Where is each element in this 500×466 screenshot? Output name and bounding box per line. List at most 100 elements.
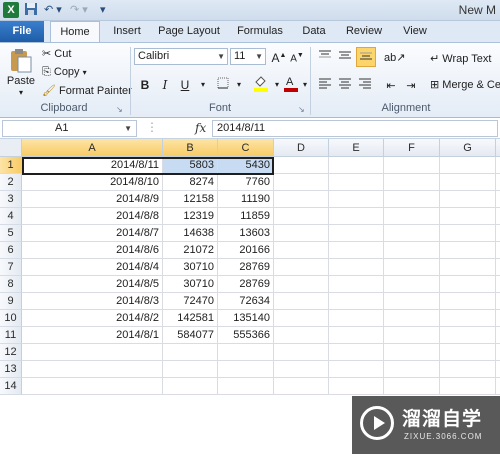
row-header[interactable]: 14	[0, 378, 22, 395]
table-cell[interactable]	[496, 259, 500, 276]
table-cell[interactable]	[440, 242, 496, 259]
table-cell[interactable]	[163, 361, 218, 378]
table-cell[interactable]: 11859	[218, 208, 274, 225]
underline-dropdown-icon[interactable]: ▾	[194, 76, 212, 94]
table-cell[interactable]: 584077	[163, 327, 218, 344]
column-header-g[interactable]: G	[440, 139, 496, 157]
table-cell[interactable]	[274, 361, 329, 378]
table-cell[interactable]	[274, 378, 329, 395]
increase-indent-button[interactable]: ⇥	[402, 76, 420, 94]
table-cell[interactable]	[384, 378, 440, 395]
table-cell[interactable]	[329, 327, 384, 344]
table-cell[interactable]	[440, 276, 496, 293]
table-cell[interactable]	[440, 293, 496, 310]
table-cell[interactable]	[329, 259, 384, 276]
table-cell[interactable]	[384, 259, 440, 276]
table-cell[interactable]	[384, 276, 440, 293]
table-cell[interactable]	[329, 344, 384, 361]
clipboard-launcher-icon[interactable]: ↘	[116, 102, 123, 118]
worksheet-grid[interactable]: A B C D E F G 1 2014/8/11 5803 5430 2 2014/8/…	[0, 139, 500, 396]
table-cell[interactable]: 555366	[218, 327, 274, 344]
row-header[interactable]: 5	[0, 225, 22, 242]
table-cell[interactable]	[329, 174, 384, 191]
table-cell[interactable]: 135140	[218, 310, 274, 327]
table-cell[interactable]	[496, 242, 500, 259]
row-header[interactable]: 7	[0, 259, 22, 276]
table-cell[interactable]	[440, 327, 496, 344]
font-color-dropdown-icon[interactable]: ▾	[296, 76, 314, 94]
align-right-button[interactable]	[356, 76, 374, 94]
copy-dropdown-icon[interactable]: ▾	[83, 68, 87, 77]
table-cell[interactable]	[274, 225, 329, 242]
save-icon[interactable]	[24, 2, 38, 18]
tab-page-layout[interactable]: Page Layout	[155, 21, 223, 42]
column-header-d[interactable]: D	[274, 139, 329, 157]
column-header-h[interactable]	[496, 139, 500, 157]
row-header[interactable]: 2	[0, 174, 22, 191]
align-left-button[interactable]	[316, 76, 334, 94]
tab-formulas[interactable]: Formulas	[232, 21, 288, 42]
tab-view[interactable]: View	[396, 21, 434, 42]
table-cell[interactable]	[218, 378, 274, 395]
column-header-f[interactable]: F	[384, 139, 440, 157]
table-cell[interactable]	[384, 157, 440, 174]
table-cell[interactable]	[274, 293, 329, 310]
table-cell[interactable]	[274, 191, 329, 208]
decrease-indent-button[interactable]: ⇤	[382, 76, 400, 94]
table-cell[interactable]	[384, 344, 440, 361]
table-cell[interactable]	[274, 208, 329, 225]
align-middle-button[interactable]	[336, 48, 354, 66]
undo-icon[interactable]: ↶ ▾	[44, 2, 62, 18]
table-cell[interactable]	[384, 174, 440, 191]
table-cell[interactable]	[496, 327, 500, 344]
tab-insert[interactable]: Insert	[108, 21, 146, 42]
table-cell[interactable]	[440, 191, 496, 208]
row-header[interactable]: 9	[0, 293, 22, 310]
table-cell[interactable]	[440, 344, 496, 361]
table-cell[interactable]: 7760	[218, 174, 274, 191]
table-cell[interactable]	[22, 361, 163, 378]
table-cell[interactable]	[496, 378, 500, 395]
table-cell[interactable]: 5803	[163, 157, 218, 174]
table-cell[interactable]: 28769	[218, 259, 274, 276]
table-cell[interactable]	[274, 242, 329, 259]
table-cell[interactable]: 2014/8/5	[22, 276, 163, 293]
table-cell[interactable]: 2014/8/9	[22, 191, 163, 208]
table-cell[interactable]	[274, 327, 329, 344]
table-cell[interactable]: 13603	[218, 225, 274, 242]
table-cell[interactable]	[384, 361, 440, 378]
name-box[interactable]: A1 ▼	[2, 120, 137, 137]
font-size-combo[interactable]: 11 ▼	[230, 48, 266, 65]
table-cell[interactable]	[384, 242, 440, 259]
table-cell[interactable]	[440, 378, 496, 395]
font-size-dropdown-icon[interactable]: ▼	[255, 49, 263, 64]
tab-file[interactable]: File	[0, 21, 44, 42]
orientation-button[interactable]: ab↗	[384, 48, 405, 66]
font-launcher-icon[interactable]: ↘	[298, 102, 305, 118]
tab-review[interactable]: Review	[341, 21, 387, 42]
table-cell[interactable]	[329, 208, 384, 225]
table-cell[interactable]	[440, 174, 496, 191]
table-cell[interactable]	[384, 327, 440, 344]
table-cell[interactable]	[22, 378, 163, 395]
italic-button[interactable]: I	[156, 76, 174, 94]
table-cell[interactable]	[440, 225, 496, 242]
table-cell[interactable]: 8274	[163, 174, 218, 191]
select-all-corner[interactable]	[0, 139, 22, 157]
table-cell[interactable]	[384, 191, 440, 208]
table-cell[interactable]	[496, 361, 500, 378]
grow-font-button[interactable]: A▲	[270, 47, 288, 65]
table-cell[interactable]	[496, 276, 500, 293]
table-cell[interactable]	[218, 344, 274, 361]
tab-data[interactable]: Data	[296, 21, 332, 42]
table-cell[interactable]	[440, 259, 496, 276]
table-cell[interactable]	[163, 378, 218, 395]
table-cell[interactable]	[329, 242, 384, 259]
table-cell[interactable]	[274, 259, 329, 276]
table-cell[interactable]	[329, 310, 384, 327]
table-cell[interactable]	[329, 378, 384, 395]
table-cell[interactable]: 2014/8/7	[22, 225, 163, 242]
table-cell[interactable]	[329, 361, 384, 378]
tab-home[interactable]: Home	[50, 21, 100, 43]
column-header-e[interactable]: E	[329, 139, 384, 157]
